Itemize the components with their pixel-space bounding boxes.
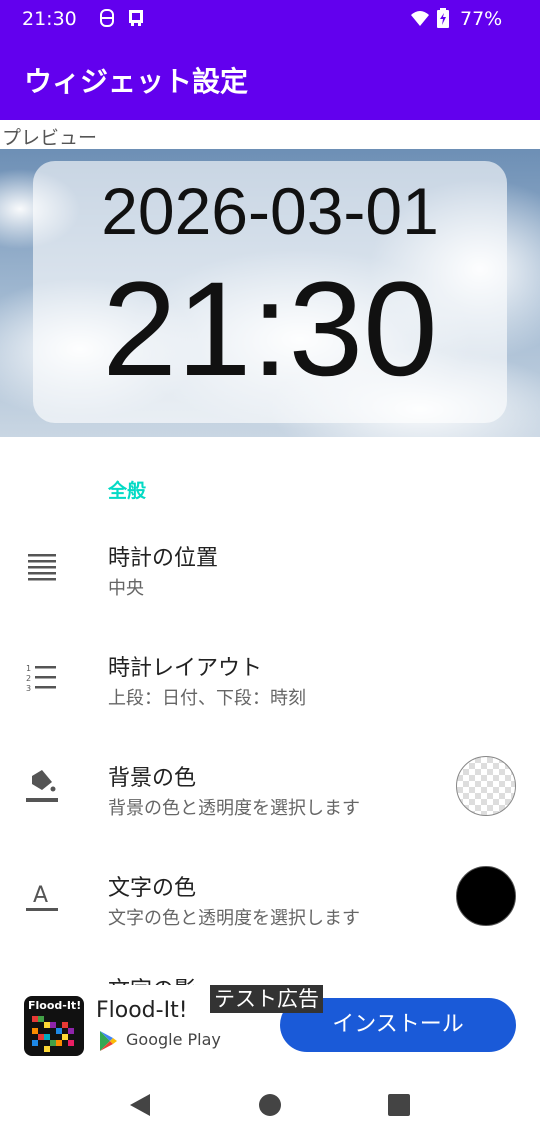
pref-text-shadow[interactable]: 文字の影: [0, 960, 540, 985]
pref-text-color[interactable]: A 文字の色 文字の色と透明度を選択します: [0, 850, 540, 960]
background-color-swatch[interactable]: [456, 756, 516, 816]
preview-label: プレビュー: [2, 127, 98, 149]
svg-text:2: 2: [26, 674, 31, 683]
text-color-icon: A: [26, 883, 58, 911]
widget-preview: 2026-03-01 21:30: [0, 149, 540, 437]
ad-store-name: Google Play: [126, 1030, 221, 1049]
recents-icon[interactable]: [388, 1094, 410, 1116]
pref-clock-position[interactable]: 時計の位置 中央: [0, 520, 540, 630]
preview-time: 21:30: [102, 255, 438, 404]
ad-app-name: Flood-It!: [96, 998, 188, 1023]
device-icon: [129, 10, 143, 26]
svg-text:3: 3: [26, 684, 31, 693]
preview-date: 2026-03-01: [101, 174, 439, 248]
wifi-icon: [411, 11, 429, 26]
pref-title: 文字の色: [108, 876, 197, 901]
pref-background-color[interactable]: 背景の色 背景の色と透明度を選択します: [0, 740, 540, 850]
svg-text:A: A: [33, 883, 48, 908]
text-color-swatch[interactable]: [456, 866, 516, 926]
align-icon: [28, 554, 56, 581]
status-time: 21:30: [22, 8, 77, 30]
svg-text:1: 1: [26, 664, 31, 673]
page-title: ウィジェット設定: [24, 65, 249, 98]
home-icon[interactable]: [258, 1093, 282, 1117]
battery-percent: 77%: [460, 8, 503, 30]
pref-title: 背景の色: [108, 766, 197, 791]
pref-summary: 背景の色と透明度を選択します: [108, 798, 360, 819]
pref-title: 文字の影: [108, 972, 196, 985]
clock-widget-card: 2026-03-01 21:30: [33, 161, 507, 423]
pref-summary: 中央: [108, 578, 144, 599]
status-bar: 21:30 77%: [0, 0, 540, 38]
pref-title: 時計の位置: [108, 546, 219, 571]
ad-app-icon: Flood-It!: [24, 996, 84, 1056]
app-bar: ウィジェット設定: [0, 38, 540, 120]
pref-summary: 上段：日付、下段：時刻: [108, 688, 306, 709]
pref-summary: 文字の色と透明度を選択します: [108, 908, 360, 929]
section-header-general: 全般: [108, 480, 147, 502]
pref-title: 時計レイアウト: [108, 656, 263, 681]
ad-banner[interactable]: Flood-It! Flood-It! Google Play インストール テ…: [0, 985, 540, 1070]
sync-icon: [100, 9, 114, 27]
paint-bucket-icon: [26, 770, 58, 802]
navigation-bar: [0, 1070, 540, 1140]
google-play-icon: [100, 1031, 117, 1051]
pref-clock-layout[interactable]: 1 2 3 時計レイアウト 上段：日付、下段：時刻: [0, 630, 540, 740]
battery-icon: [437, 8, 449, 28]
numbered-list-icon: 1 2 3: [26, 664, 56, 693]
back-icon[interactable]: [128, 1092, 152, 1118]
test-ad-label: テスト広告: [210, 985, 323, 1013]
ad-app-icon-mosaic: [32, 1016, 74, 1052]
